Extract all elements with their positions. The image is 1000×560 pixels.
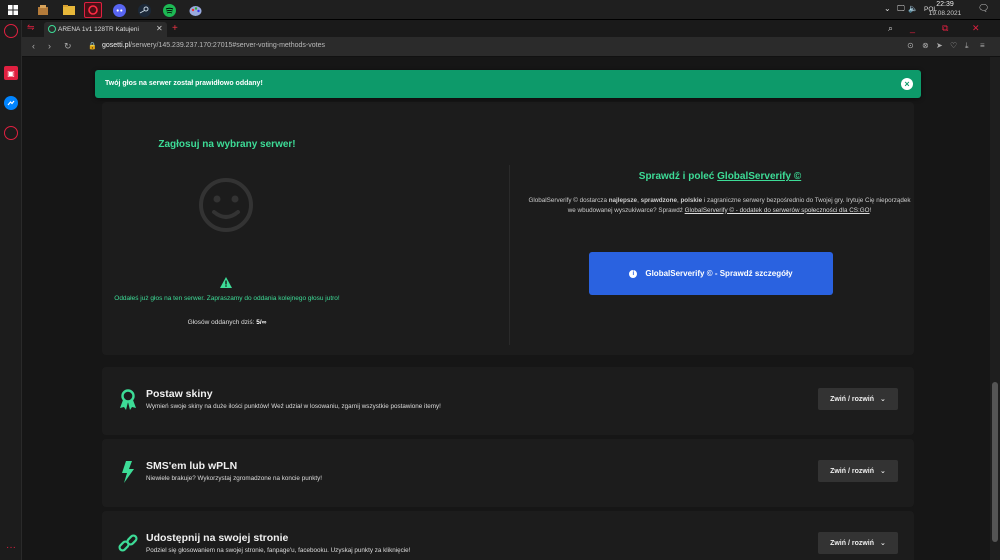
- tab-menu-icon[interactable]: ⇋: [27, 22, 35, 33]
- toggle-label: Zwiń / rozwiń: [830, 395, 875, 403]
- send-icon[interactable]: ➤: [936, 41, 943, 50]
- toggle-button[interactable]: Zwiń / rozwiń ⌄: [818, 460, 898, 482]
- tab-title: ARENA 1v1 128TR Katujeni: [58, 26, 139, 33]
- search-icon[interactable]: ⌕: [888, 23, 893, 34]
- download-icon[interactable]: ⤓: [965, 41, 969, 51]
- vertical-divider: [509, 165, 510, 345]
- gs-desc-text: GlobalServerify © dostarcza: [528, 197, 609, 204]
- history-icon[interactable]: [4, 126, 18, 140]
- volume-icon[interactable]: 🔈: [908, 4, 918, 13]
- lightning-bolt-icon: [122, 461, 134, 483]
- sad-face-icon: [199, 178, 253, 232]
- opera-gx-icon[interactable]: [84, 2, 102, 18]
- minimize-icon[interactable]: _: [910, 23, 915, 33]
- maximize-icon[interactable]: ⧉: [942, 23, 948, 34]
- tab-close-icon[interactable]: ✕: [156, 24, 163, 33]
- feature-description: Wymień swoje skiny na duże ilości punktó…: [146, 403, 441, 410]
- url-domain: gosetti.pl: [102, 42, 131, 49]
- notifications-icon[interactable]: 🗨: [978, 3, 989, 14]
- opera-menu-icon[interactable]: [4, 24, 18, 38]
- forward-icon[interactable]: ›: [48, 41, 51, 51]
- toggle-label: Zwiń / rozwiń: [830, 539, 875, 547]
- steam-icon[interactable]: [135, 2, 153, 18]
- camera-icon[interactable]: ⊙: [907, 41, 914, 50]
- feature-skins: Postaw skiny Wymień swoje skiny na duże …: [102, 367, 914, 435]
- back-icon[interactable]: ‹: [32, 41, 35, 51]
- page-scrollbar[interactable]: [990, 57, 1000, 560]
- site-favicon-icon: [48, 25, 56, 33]
- globalserverify-details-button[interactable]: i GlobalServerify © - Sprawdź szczegóły: [589, 252, 833, 295]
- gs-desc-bold: sprawdzone: [640, 197, 677, 204]
- votes-today-value: 5/∞: [256, 319, 267, 326]
- gs-title-prefix: Sprawdź i poleć: [638, 171, 715, 182]
- chevron-up-icon[interactable]: ⌄: [884, 4, 891, 13]
- close-window-icon[interactable]: ✕: [972, 23, 980, 34]
- gs-title-link[interactable]: GlobalServerify ©: [717, 171, 801, 182]
- address-bar: ‹ › ↻ 🔒 gosetti.pl/serwery/145.239.237.1…: [22, 37, 1000, 57]
- votes-today-label: Głosów oddanych dziś:: [187, 319, 255, 326]
- url-field[interactable]: gosetti.pl/serwery/145.239.237.170:27015…: [102, 42, 325, 49]
- already-voted-message: Oddałeś już głos na ten serwer. Zaprasza…: [114, 295, 340, 302]
- feature-description: Niewiele brakuje? Wykorzystaj zgromadzon…: [146, 475, 322, 482]
- warning-icon: [220, 277, 232, 288]
- spotify-icon[interactable]: [160, 2, 178, 18]
- gs-desc-bold: polskie: [680, 197, 703, 204]
- tab-active[interactable]: ARENA 1v1 128TR Katujeni ✕: [44, 22, 167, 37]
- messenger-icon[interactable]: [4, 96, 18, 110]
- more-icon[interactable]: ···: [4, 540, 18, 554]
- lock-icon[interactable]: 🔒: [88, 42, 97, 50]
- gs-button-label: GlobalServerify © - Sprawdź szczegóły: [645, 269, 793, 278]
- new-tab-icon[interactable]: +: [172, 23, 178, 34]
- award-ribbon-icon: [120, 389, 136, 410]
- chevron-down-icon: ⌄: [880, 468, 886, 475]
- windows-start-icon[interactable]: [4, 2, 22, 18]
- discord-icon[interactable]: [110, 2, 128, 18]
- reload-icon[interactable]: ↻: [64, 41, 72, 52]
- scrollbar-thumb[interactable]: [992, 382, 998, 542]
- gs-desc-text: !: [869, 206, 872, 214]
- gs-desc-bold: najlepsze: [608, 197, 638, 204]
- folder-icon[interactable]: [60, 2, 78, 18]
- tab-bar: ⇋ ARENA 1v1 128TR Katujeni ✕ + ⌕ _ ⧉ ✕: [22, 20, 1000, 37]
- heart-icon[interactable]: ♡: [950, 41, 957, 50]
- feature-description: Podziel się głosowaniem na swojej stroni…: [146, 547, 411, 554]
- globalserverify-title: Sprawdź i poleć GlobalServerify ©: [530, 171, 910, 182]
- notification-text: Twój głos na serwer został prawidłowo od…: [105, 80, 263, 87]
- toggle-button[interactable]: Zwiń / rozwiń ⌄: [818, 388, 898, 410]
- globalserverify-description: GlobalServerify © dostarcza najlepsze, s…: [527, 196, 912, 215]
- clock-time[interactable]: 22:39: [925, 1, 965, 8]
- info-icon: i: [629, 269, 638, 278]
- gs-desc-link[interactable]: GlobalServerify © - dodatek do serwerów …: [685, 207, 870, 214]
- twitch-icon[interactable]: ▣: [4, 66, 18, 80]
- url-path: /serwery/145.239.237.170:27015#server-vo…: [130, 42, 325, 49]
- toggle-label: Zwiń / rozwiń: [830, 467, 875, 475]
- votes-today: Głosów oddanych dziś: 5/∞: [22, 319, 432, 326]
- clock-date[interactable]: 19.08.2021: [925, 10, 965, 17]
- explorer-icon[interactable]: [34, 2, 52, 18]
- page-content: Zagłosuj na wybrany serwer! Oddałeś już …: [22, 57, 990, 560]
- chevron-down-icon: ⌄: [880, 396, 886, 403]
- success-notification: Twój głos na serwer został prawidłowo od…: [95, 70, 921, 98]
- vote-title: Zagłosuj na wybrany serwer!: [158, 139, 296, 150]
- feature-title: Postaw skiny: [146, 388, 213, 400]
- windows-taskbar: ⌄ 🖵 🔈 POL 22:39 19.08.2021 🗨: [0, 0, 1000, 20]
- link-icon: [118, 534, 138, 552]
- block-icon[interactable]: ⊗: [922, 41, 929, 50]
- feature-title: SMS'em lub wPLN: [146, 460, 238, 472]
- network-icon[interactable]: 🖵: [897, 4, 905, 14]
- paint-icon[interactable]: [186, 2, 204, 18]
- menu-icon[interactable]: ≡: [980, 41, 985, 50]
- browser-sidebar: ▣ ···: [0, 20, 22, 560]
- feature-sms: SMS'em lub wPLN Niewiele brakuje? Wykorz…: [102, 439, 914, 507]
- close-icon[interactable]: ×: [901, 78, 913, 90]
- toggle-button[interactable]: Zwiń / rozwiń ⌄: [818, 532, 898, 554]
- feature-share: Udostępnij na swojej stronie Podziel się…: [102, 511, 914, 560]
- chevron-down-icon: ⌄: [880, 540, 886, 547]
- feature-title: Udostępnij na swojej stronie: [146, 532, 289, 544]
